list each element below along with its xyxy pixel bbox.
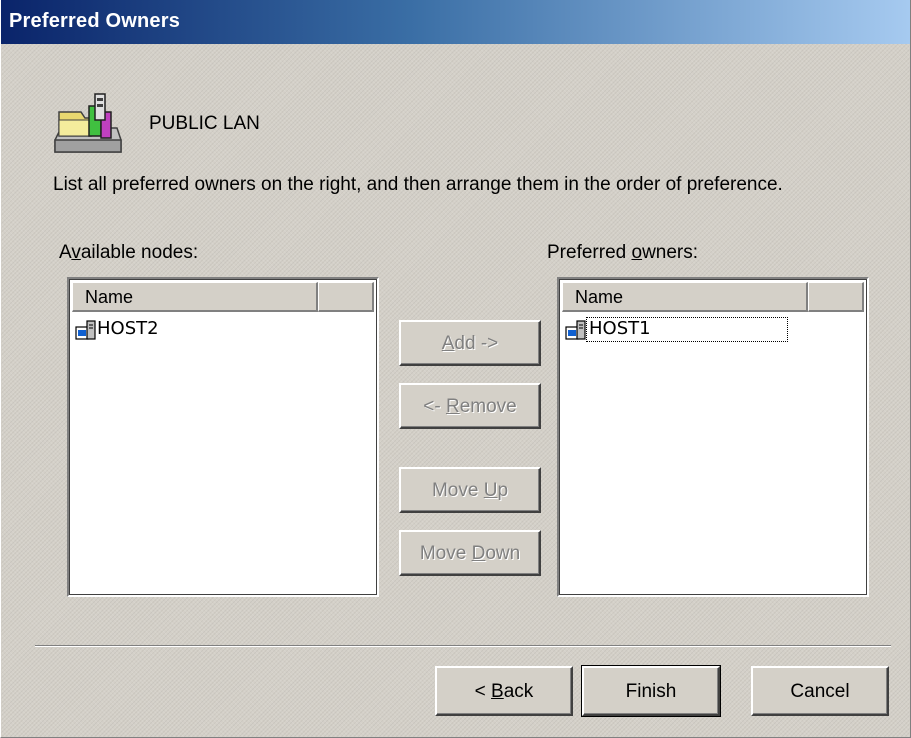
preferred-owners-list[interactable]: Name HOST1: [557, 277, 869, 597]
server-node-icon: [75, 320, 96, 340]
finish-button[interactable]: Finish: [581, 665, 721, 717]
move-up-button[interactable]: Move Up: [399, 467, 541, 513]
empty-column-header[interactable]: [318, 282, 374, 312]
back-button[interactable]: < Back: [435, 666, 573, 716]
name-column-header[interactable]: Name: [72, 282, 318, 312]
remove-button[interactable]: <- Remove: [399, 383, 541, 429]
instructions-text: List all preferred owners on the right, …: [53, 174, 783, 195]
server-node-icon: [565, 320, 586, 340]
cancel-button[interactable]: Cancel: [751, 666, 889, 716]
resource-name: PUBLIC LAN: [149, 113, 260, 134]
footer-divider: [35, 645, 891, 647]
available-nodes-label: Available nodes:: [59, 242, 199, 263]
title-bar[interactable]: Preferred Owners: [1, 0, 910, 44]
preferred-owners-dialog: Preferred Owners PUBLIC LAN List all pre…: [0, 0, 911, 738]
node-name: HOST1: [586, 317, 788, 342]
node-name: HOST2: [97, 318, 159, 339]
available-nodes-list[interactable]: Name HOST2: [67, 277, 379, 597]
column-header-row: Name: [562, 282, 864, 312]
move-down-button[interactable]: Move Down: [399, 530, 541, 576]
window-title: Preferred Owners: [9, 10, 181, 32]
preferred-owners-label: Preferred owners:: [547, 242, 699, 263]
empty-column-header[interactable]: [808, 282, 864, 312]
add-button[interactable]: Add ->: [399, 320, 541, 366]
column-header-row: Name: [72, 282, 374, 312]
resource-folder-icon: [54, 93, 122, 153]
name-column-header[interactable]: Name: [562, 282, 808, 312]
